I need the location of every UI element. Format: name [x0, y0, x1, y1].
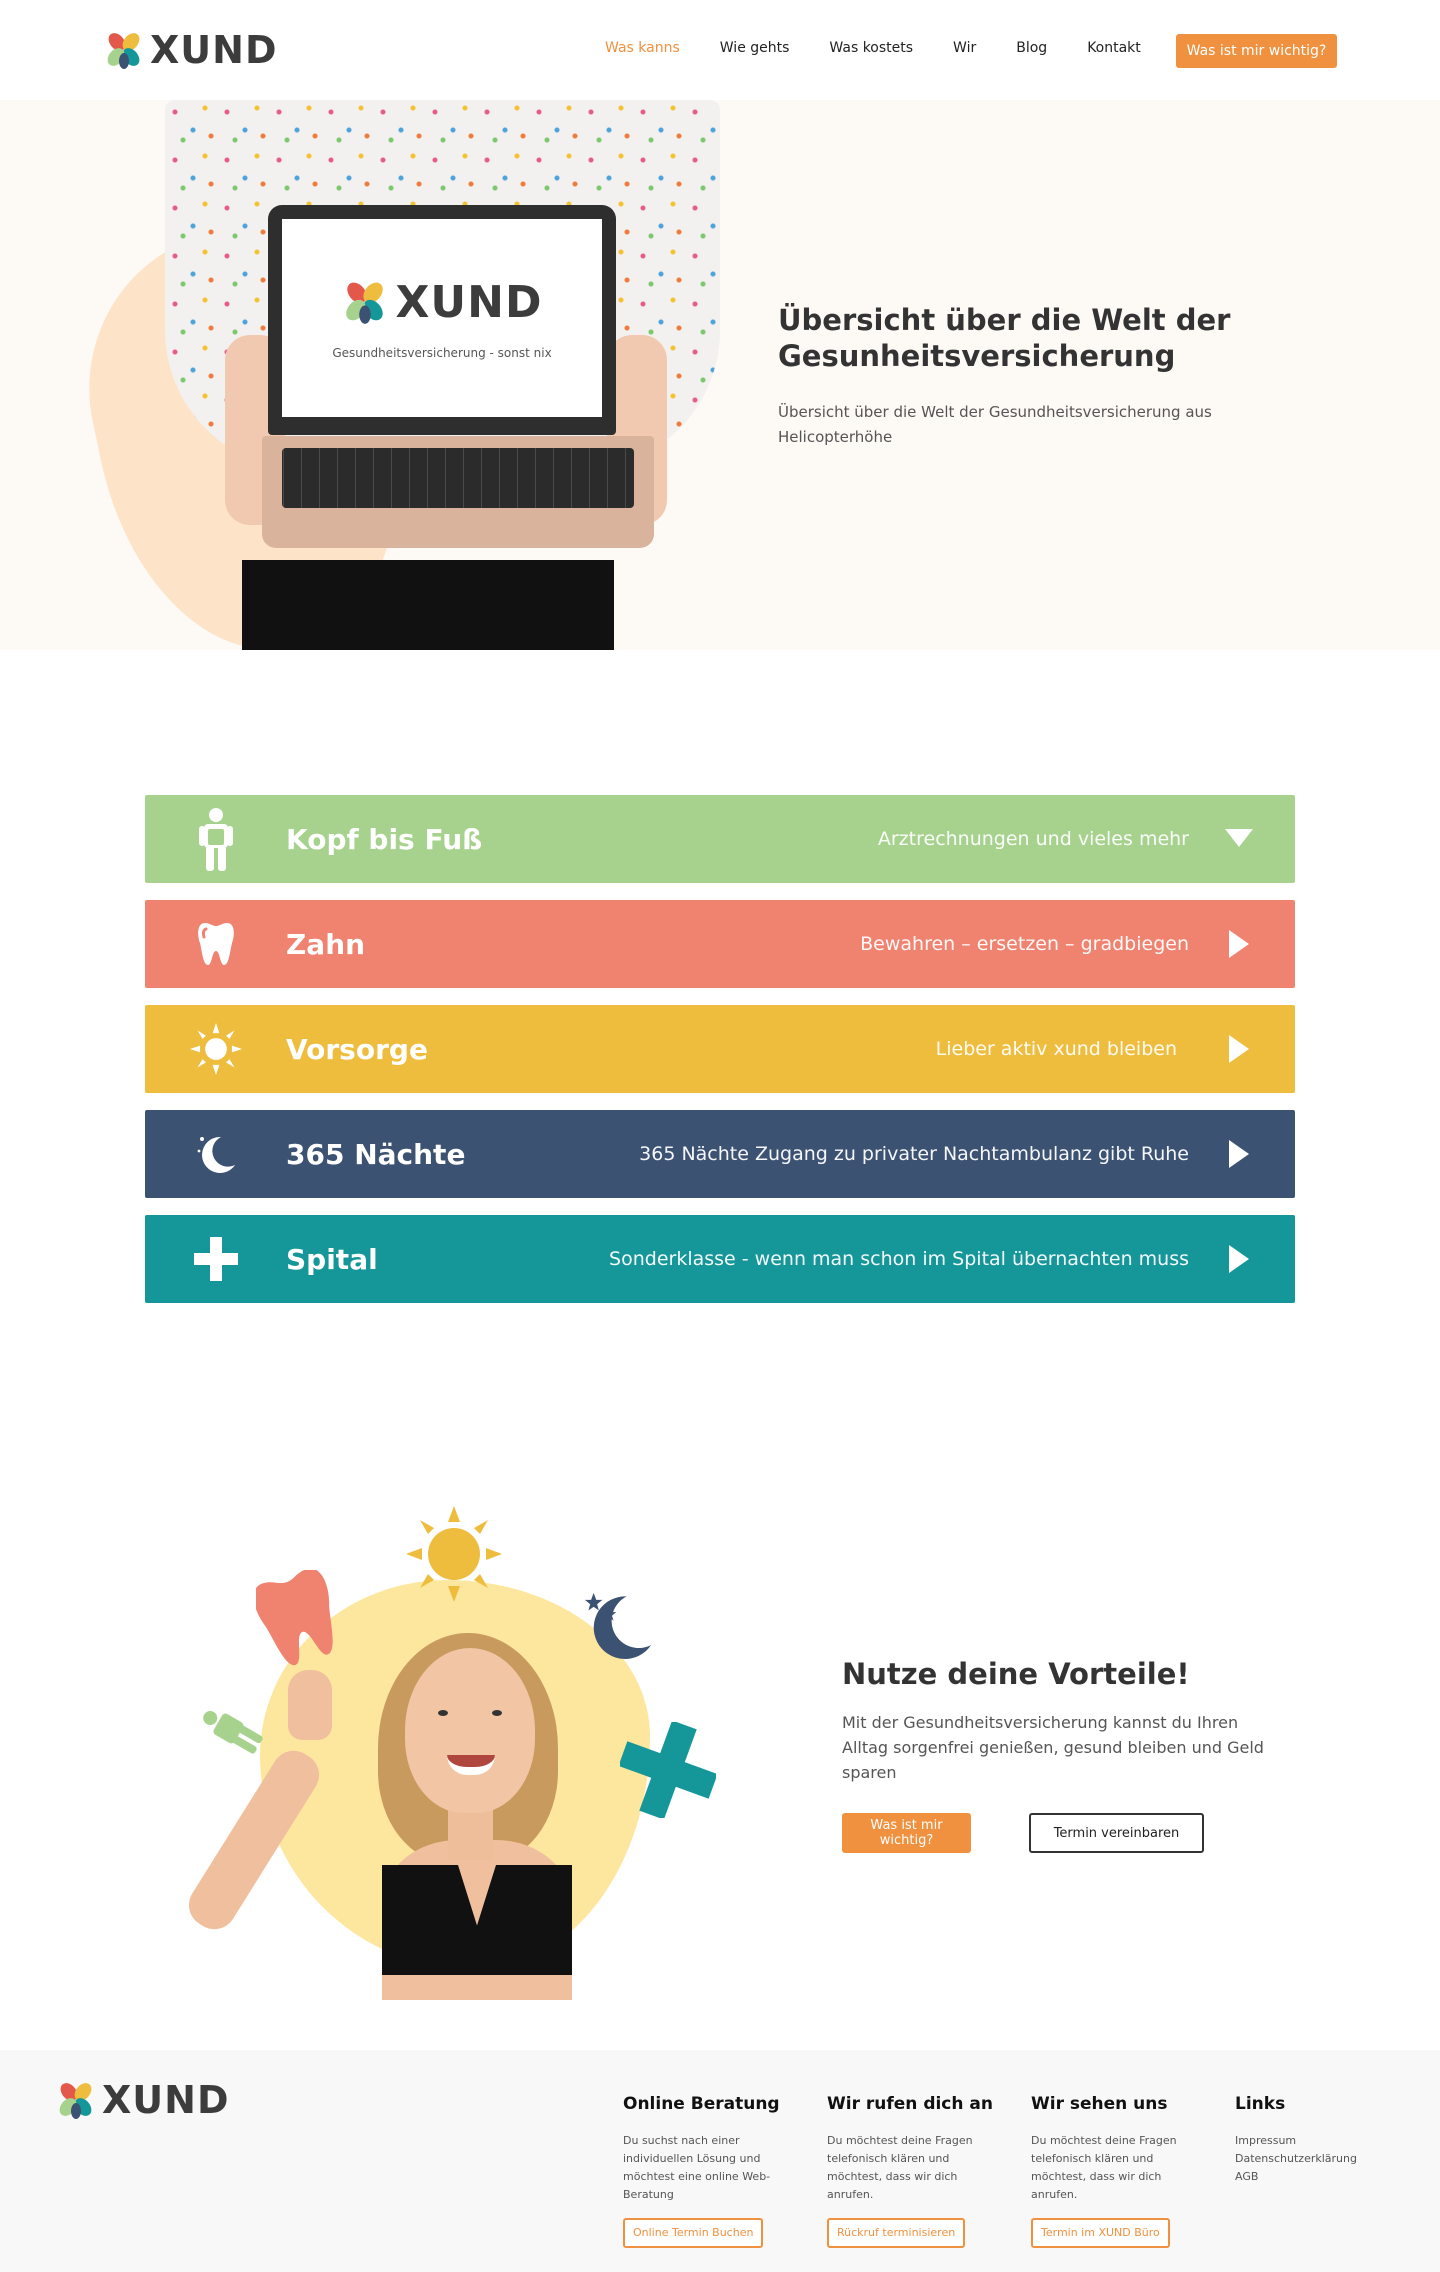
footer-col-text: Du suchst nach einer individuellen Lösun…	[623, 2134, 771, 2201]
flower-logo-icon	[107, 33, 140, 69]
rueckruf-terminisieren-button[interactable]: Rückruf terminisieren	[827, 2218, 966, 2248]
footer-col-heading: Wir sehen uns	[1031, 2094, 1168, 2114]
footer-col-online-beratung: Online Beratung Du suchst nach einer ind…	[623, 2094, 793, 2248]
accordion-title: Spital	[286, 1242, 378, 1276]
site-header: XUND Was kanns Wie gehts Was kostets Wir…	[0, 0, 1440, 100]
accordion-subtitle: Bewahren – ersetzen – gradbiegen	[860, 933, 1189, 955]
chevron-down-icon[interactable]	[1225, 825, 1253, 853]
cross-icon	[620, 1722, 716, 1818]
footer-col-wir-rufen-dich-an: Wir rufen dich an Du möchtest deine Frag…	[827, 2094, 997, 2248]
woman-face	[405, 1648, 535, 1813]
nav-item-blog[interactable]: Blog	[1016, 40, 1047, 56]
moon-icon	[584, 1592, 652, 1659]
accordion-title: Zahn	[286, 927, 366, 961]
nav-item-wir[interactable]: Wir	[953, 40, 976, 56]
benefits-illustration	[170, 1500, 730, 2000]
accordion-title: Vorsorge	[286, 1032, 428, 1066]
accordion-subtitle: Lieber aktiv xund bleiben	[935, 1038, 1177, 1060]
hero-subtitle: Übersicht über die Welt der Gesundheitsv…	[778, 403, 1212, 446]
benefits-title: Nutze deine Vorteile!	[842, 1657, 1190, 1691]
sun-icon	[190, 1023, 242, 1075]
brand-name: XUND	[150, 28, 278, 72]
person-icon	[190, 808, 242, 871]
chevron-right-icon[interactable]	[1225, 1140, 1253, 1168]
tooth-icon	[190, 920, 242, 968]
accordion-item-spital[interactable]: Spital Sonderklasse - wenn man schon im …	[145, 1215, 1295, 1303]
accordion-title: 365 Nächte	[286, 1137, 466, 1171]
chevron-right-icon[interactable]	[1225, 1035, 1253, 1063]
nav-item-was-kanns[interactable]: Was kanns	[605, 40, 680, 56]
chevron-right-icon[interactable]	[1225, 1245, 1253, 1273]
footer-logo[interactable]: XUND	[56, 2078, 230, 2122]
site-logo[interactable]: XUND	[104, 28, 278, 72]
online-termin-buchen-button[interactable]: Online Termin Buchen	[623, 2218, 764, 2248]
sun-icon	[406, 1506, 502, 1602]
laptop-tagline: Gesundheitsversicherung - sonst nix	[332, 345, 552, 360]
flower-logo-icon	[59, 2083, 92, 2119]
accordion-item-kopf-bis-fuss[interactable]: Kopf bis Fuß Arztrechnungen und vieles m…	[145, 795, 1295, 883]
accordion-item-zahn[interactable]: Zahn Bewahren – ersetzen – gradbiegen	[145, 900, 1295, 988]
accordion-item-365-naechte[interactable]: 365 Nächte 365 Nächte Zugang zu privater…	[145, 1110, 1295, 1198]
header-cta-button[interactable]: Was ist mir wichtig?	[1176, 34, 1337, 68]
cross-icon	[190, 1235, 242, 1283]
footer-link-agb[interactable]: AGB	[1235, 2168, 1395, 2186]
footer-col-text: Du möchtest deine Fragen telefonisch klä…	[1031, 2134, 1177, 2201]
termin-im-xund-buero-button[interactable]: Termin im XUND Büro	[1031, 2218, 1170, 2248]
woman-right-eye	[492, 1710, 502, 1716]
hero-section: XUND Gesundheitsversicherung - sonst nix…	[0, 100, 1440, 650]
footer-link-datenschutz[interactable]: Datenschutzerklärung	[1235, 2150, 1395, 2168]
laptop-screen: XUND Gesundheitsversicherung - sonst nix	[282, 219, 602, 417]
hero-person-pants	[242, 560, 614, 650]
accordion-item-vorsorge[interactable]: Vorsorge Lieber aktiv xund bleiben	[145, 1005, 1295, 1093]
hero-laptop: XUND Gesundheitsversicherung - sonst nix	[268, 205, 616, 435]
benefits-text: Mit der Gesundheitsversicherung kannst d…	[842, 1713, 1264, 1782]
accordion-subtitle: Sonderklasse - wenn man schon im Spital …	[609, 1248, 1189, 1270]
peace-sign-hand	[288, 1670, 332, 1740]
footer-links-heading: Links	[1235, 2094, 1286, 2114]
footer-col-heading: Online Beratung	[623, 2094, 780, 2114]
coverage-accordion: Kopf bis Fuß Arztrechnungen und vieles m…	[145, 795, 1295, 1320]
footer-link-impressum[interactable]: Impressum	[1235, 2132, 1395, 2150]
site-footer: XUND Online Beratung Du suchst nach eine…	[0, 2050, 1440, 2272]
laptop-keyboard	[282, 448, 634, 508]
laptop-screen-logo: XUND	[342, 277, 543, 328]
moon-icon	[190, 1130, 242, 1178]
accordion-subtitle: Arztrechnungen und vieles mehr	[877, 828, 1189, 850]
footer-brand-name: XUND	[102, 2078, 230, 2122]
nav-item-was-kostets[interactable]: Was kostets	[829, 40, 913, 56]
flower-logo-icon	[345, 282, 383, 324]
accordion-title: Kopf bis Fuß	[286, 822, 483, 856]
footer-col-links: Links Impressum Datenschutzerklärung AGB	[1235, 2094, 1395, 2186]
footer-col-text: Du möchtest deine Fragen telefonisch klä…	[827, 2134, 973, 2201]
was-ist-mir-wichtig-button[interactable]: Was ist mir wichtig?	[842, 1813, 971, 1853]
person-icon	[203, 1711, 263, 1754]
laptop-brand-name: XUND	[395, 276, 543, 328]
nav-item-kontakt[interactable]: Kontakt	[1087, 40, 1141, 56]
hero-title: Übersicht über die Welt der Gesunheitsve…	[778, 303, 1231, 373]
woman-left-eye	[438, 1710, 448, 1716]
termin-vereinbaren-button[interactable]: Termin vereinbaren	[1029, 1813, 1204, 1853]
chevron-right-icon[interactable]	[1225, 930, 1253, 958]
tooth-icon	[256, 1570, 333, 1665]
footer-col-heading: Wir rufen dich an	[827, 2094, 993, 2114]
nav-item-wie-gehts[interactable]: Wie gehts	[720, 40, 790, 56]
footer-col-wir-sehen-uns: Wir sehen uns Du möchtest deine Fragen t…	[1031, 2094, 1201, 2248]
accordion-subtitle: 365 Nächte Zugang zu privater Nachtambul…	[639, 1143, 1189, 1165]
main-nav: Was kanns Wie gehts Was kostets Wir Blog…	[605, 40, 1181, 56]
